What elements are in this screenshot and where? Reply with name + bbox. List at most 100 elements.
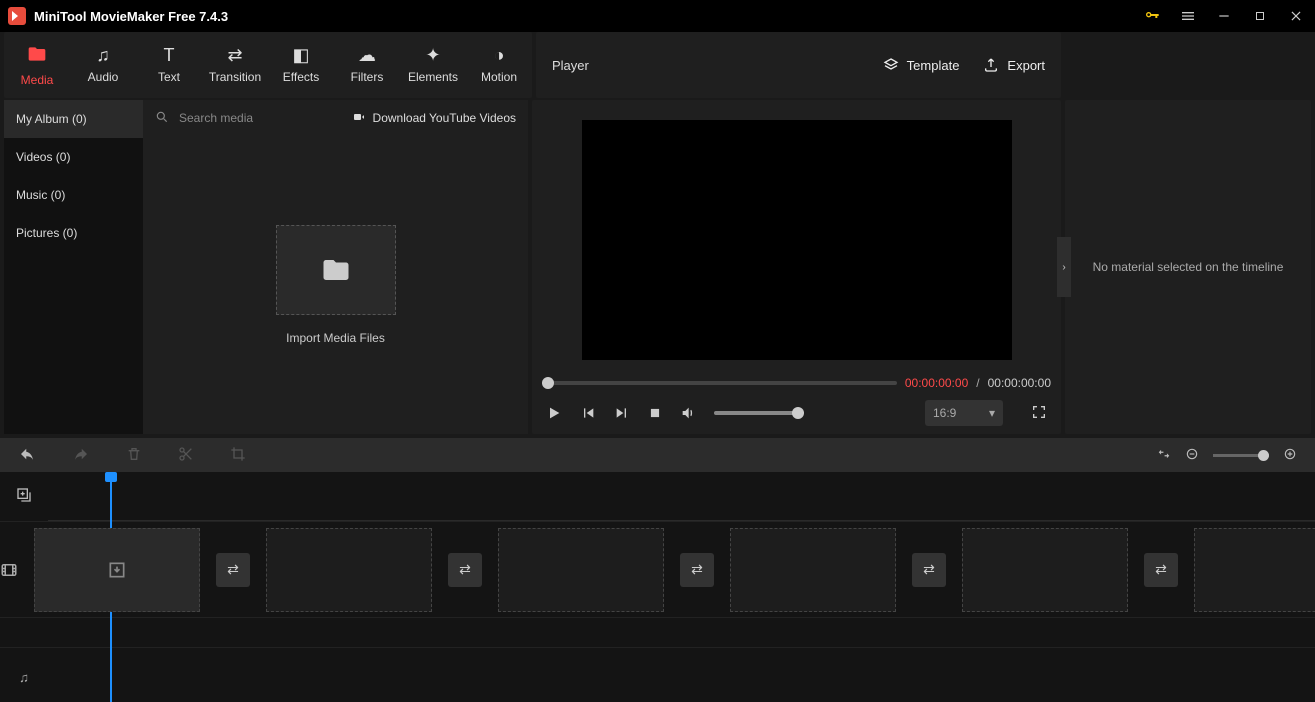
clip-slot[interactable] <box>266 528 432 612</box>
audio-track: ♫ <box>0 648 1315 702</box>
close-button[interactable] <box>1285 5 1307 27</box>
prev-frame-button[interactable] <box>580 405 596 421</box>
tab-elements[interactable]: ✦ Elements <box>400 32 466 98</box>
tab-label: Text <box>158 70 180 84</box>
zoom-in-button[interactable] <box>1283 447 1297 464</box>
clip-slot[interactable] <box>962 528 1128 612</box>
folder-icon <box>27 44 47 67</box>
inspector-panel: › No material selected on the timeline <box>1065 100 1311 434</box>
cat-pictures[interactable]: Pictures (0) <box>4 214 143 252</box>
main-tabs: Media ♫ Audio T Text ⇄ Transition ◧ Effe… <box>4 32 532 98</box>
video-track-icon <box>0 561 18 579</box>
transition-slot[interactable]: ⇄ <box>216 553 250 587</box>
tab-label: Filters <box>351 70 384 84</box>
player-label: Player <box>552 58 589 73</box>
media-browser: My Album (0) Videos (0) Music (0) Pictur… <box>4 100 528 434</box>
app-title: MiniTool MovieMaker Free 7.4.3 <box>34 9 228 24</box>
tab-media[interactable]: Media <box>4 32 70 98</box>
text-icon: T <box>164 46 175 64</box>
tab-effects[interactable]: ◧ Effects <box>268 32 334 98</box>
split-button[interactable] <box>178 446 194 465</box>
download-label: Download YouTube Videos <box>373 111 516 125</box>
play-button[interactable] <box>546 405 562 421</box>
transition-slot[interactable]: ⇄ <box>680 553 714 587</box>
volume-slider[interactable] <box>714 411 804 415</box>
transition-slot[interactable]: ⇄ <box>912 553 946 587</box>
motion-icon: ◑ <box>494 46 505 64</box>
template-button[interactable]: Template <box>883 57 960 73</box>
spacer <box>1065 32 1311 98</box>
export-button[interactable]: Export <box>983 57 1045 73</box>
camera-icon <box>351 111 367 126</box>
video-canvas[interactable] <box>582 120 1012 360</box>
volume-button[interactable] <box>680 405 696 421</box>
fullscreen-button[interactable] <box>1031 404 1047 423</box>
volume-thumb[interactable] <box>792 407 804 419</box>
cat-music[interactable]: Music (0) <box>4 176 143 214</box>
transition-slot[interactable]: ⇄ <box>1144 553 1178 587</box>
aspect-ratio-select[interactable]: 16:9 ▾ <box>925 400 1003 426</box>
tab-label: Media <box>21 73 54 87</box>
transition-slot[interactable]: ⇄ <box>448 553 482 587</box>
tab-filters[interactable]: ☁ Filters <box>334 32 400 98</box>
search-icon <box>155 110 169 127</box>
expand-inspector-button[interactable]: › <box>1057 237 1071 297</box>
clip-slot[interactable] <box>1194 528 1315 612</box>
search-input[interactable] <box>179 111 341 125</box>
timecode-sep: / <box>976 376 979 390</box>
tab-label: Effects <box>283 70 319 84</box>
stop-button[interactable] <box>648 406 662 420</box>
timeline-toolbar <box>0 438 1315 472</box>
delete-button[interactable] <box>126 446 142 465</box>
tab-transition[interactable]: ⇄ Transition <box>202 32 268 98</box>
timecode-total: 00:00:00:00 <box>988 376 1051 390</box>
zoom-fit-button[interactable] <box>1157 447 1171 464</box>
minimize-button[interactable] <box>1213 5 1235 27</box>
clip-slot[interactable] <box>34 528 200 612</box>
redo-button[interactable] <box>72 445 90 466</box>
clip-slot[interactable] <box>498 528 664 612</box>
import-label: Import Media Files <box>286 331 385 345</box>
license-key-icon[interactable] <box>1141 5 1163 27</box>
video-preview <box>542 112 1051 368</box>
next-frame-button[interactable] <box>614 405 630 421</box>
spacer-track <box>0 618 1315 648</box>
ratio-value: 16:9 <box>933 406 956 420</box>
undo-button[interactable] <box>18 445 36 466</box>
effects-icon: ◧ <box>292 46 309 64</box>
timecode-current: 00:00:00:00 <box>905 376 968 390</box>
chevron-down-icon: ▾ <box>989 406 995 420</box>
zoom-out-button[interactable] <box>1185 447 1199 464</box>
menu-icon[interactable] <box>1177 5 1199 27</box>
tab-motion[interactable]: ◑ Motion <box>466 32 532 98</box>
export-label: Export <box>1007 58 1045 73</box>
category-list: My Album (0) Videos (0) Music (0) Pictur… <box>4 100 143 434</box>
transition-icon: ⇄ <box>227 46 242 64</box>
seek-slider[interactable] <box>542 381 897 385</box>
import-media-button[interactable] <box>276 225 396 315</box>
tab-label: Motion <box>481 70 517 84</box>
tab-audio[interactable]: ♫ Audio <box>70 32 136 98</box>
download-youtube-link[interactable]: Download YouTube Videos <box>351 111 516 126</box>
crop-button[interactable] <box>230 446 246 465</box>
audio-track-icon: ♫ <box>0 670 48 685</box>
clip-slot[interactable] <box>730 528 896 612</box>
zoom-thumb[interactable] <box>1258 450 1269 461</box>
template-label: Template <box>907 58 960 73</box>
zoom-slider[interactable] <box>1213 454 1269 457</box>
inspector-empty-text: No material selected on the timeline <box>1093 260 1284 274</box>
seek-thumb[interactable] <box>542 377 554 389</box>
cat-videos[interactable]: Videos (0) <box>4 138 143 176</box>
tab-text[interactable]: T Text <box>136 32 202 98</box>
cat-my-album[interactable]: My Album (0) <box>4 100 143 138</box>
timeline: ⇄ ⇄ ⇄ ⇄ ⇄ ♫ <box>0 472 1315 702</box>
audio-track-content[interactable] <box>48 648 1315 702</box>
tab-label: Audio <box>88 70 119 84</box>
filters-icon: ☁ <box>358 46 376 64</box>
tab-label: Transition <box>209 70 261 84</box>
add-track-button[interactable] <box>16 487 32 506</box>
video-track: ⇄ ⇄ ⇄ ⇄ ⇄ <box>0 522 1315 618</box>
elements-icon: ✦ <box>425 46 440 64</box>
maximize-button[interactable] <box>1249 5 1271 27</box>
music-icon: ♫ <box>96 46 110 64</box>
